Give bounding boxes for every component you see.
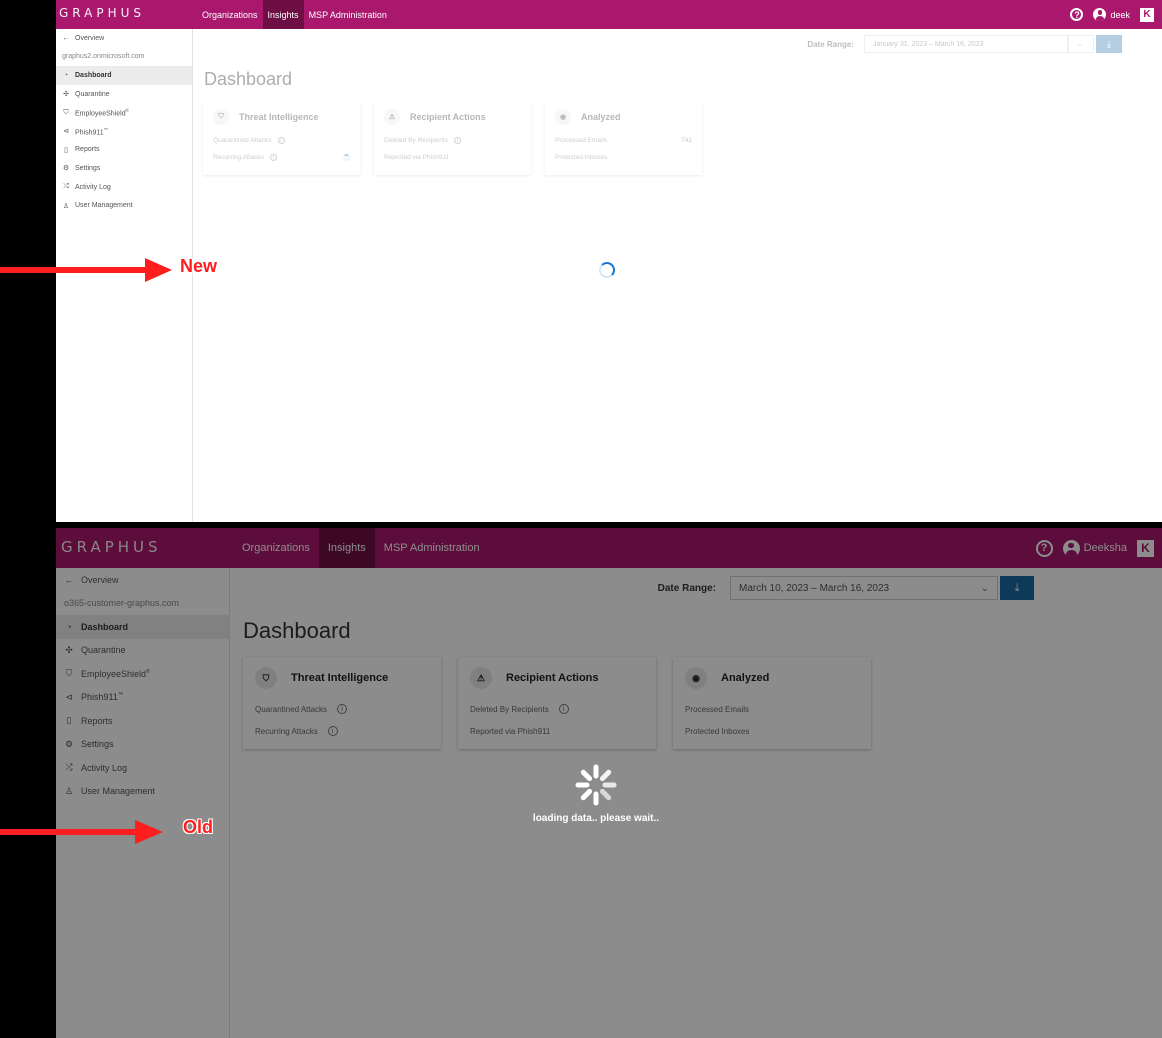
- annotation-old: Old: [0, 816, 230, 846]
- sidebar-item-label: Quarantine: [75, 90, 110, 98]
- sidebar-item-label: EmployeeShield®: [75, 108, 129, 118]
- loading-text: loading data.. please wait..: [532, 813, 660, 824]
- summary-cards: ⛉ Threat Intelligence Quarantined Attack…: [203, 101, 702, 175]
- page-title: Dashboard: [204, 69, 293, 89]
- sidebar-item-dashboard[interactable]: ◔ Dashboard: [56, 66, 192, 85]
- sidebar-item-phish911[interactable]: ⊲ Phish911™: [56, 122, 192, 141]
- red-arrow-icon: [0, 258, 172, 282]
- metric-label: Protected Inboxes: [555, 154, 608, 161]
- sidebar-item-label: Reports: [75, 146, 100, 154]
- metric-label: Reported via Phish911: [384, 154, 450, 161]
- metric-row: Reported via Phish911: [384, 149, 521, 166]
- metric-label: Processed Emails: [555, 137, 608, 144]
- loading-spinner-icon: [343, 154, 350, 161]
- metric-row: Processed Emails 742: [555, 132, 692, 149]
- shield-icon: ⛉: [213, 109, 229, 125]
- metric-row: Deleted By Recipients i: [384, 132, 521, 149]
- metric-row: Protected Inboxes: [555, 149, 692, 166]
- nav-msp-administration[interactable]: MSP Administration: [304, 0, 392, 29]
- card-threat-intelligence[interactable]: ⛉ Threat Intelligence Quarantined Attack…: [203, 101, 360, 175]
- info-icon[interactable]: i: [277, 137, 285, 144]
- user-name[interactable]: deek: [1110, 10, 1130, 20]
- analyzed-icon: ◉: [555, 109, 571, 125]
- card-recipient-actions[interactable]: ⚠ Recipient Actions Deleted By Recipient…: [374, 101, 531, 175]
- sidebar-item-label: User Management: [75, 202, 133, 210]
- metric-row: Quarantined Attacks i: [213, 132, 350, 149]
- old-screenshot: GRAPHUS Organizations Insights MSP Admin…: [56, 528, 1162, 1038]
- sidebar-item-employeeshield[interactable]: ⛉ EmployeeShield®: [56, 103, 192, 122]
- arrow-left-icon: ←: [62, 34, 70, 42]
- date-range-value: January 31, 2023 – March 16, 2023: [873, 40, 984, 48]
- warning-icon: ⚠: [384, 109, 400, 125]
- sidebar-item-label: Activity Log: [75, 183, 111, 191]
- metric-label: Quarantined Attacks: [213, 137, 272, 144]
- gear-icon: ⚙: [62, 165, 70, 173]
- nav-organizations[interactable]: Organizations: [197, 0, 263, 29]
- sidebar-item-reports[interactable]: ▯ Reports: [56, 141, 192, 160]
- annotation-new: New: [0, 255, 230, 285]
- sidebar-item-label: Settings: [75, 164, 101, 172]
- report-icon: ▯: [64, 146, 68, 154]
- main-content: Date Range: January 31, 2023 – March 16,…: [193, 29, 1162, 522]
- sidebar-item-label: Dashboard: [75, 71, 112, 79]
- user-avatar-icon[interactable]: [1093, 8, 1107, 21]
- tenant-name: graphus2.onmicrosoft.com: [56, 48, 192, 67]
- shuffle-icon: ⤮: [63, 183, 69, 191]
- chevron-down-icon: ⌄: [1077, 41, 1083, 48]
- sidebar-item-settings[interactable]: ⚙ Settings: [56, 159, 192, 178]
- sidebar-item-user-management[interactable]: ♙ User Management: [56, 196, 192, 215]
- date-range-row: Date Range: January 31, 2023 – March 16,…: [807, 35, 1122, 53]
- download-icon: ⤓: [1107, 38, 1111, 49]
- quarantine-icon: ✣: [63, 91, 69, 99]
- metric-label: Deleted By Recipients: [384, 137, 448, 144]
- sidebar-item-activity-log[interactable]: ⤮ Activity Log: [56, 178, 192, 197]
- card-header: ⚠ Recipient Actions: [384, 109, 521, 125]
- top-right-controls: ? deek K: [1070, 0, 1154, 29]
- date-range-label: Date Range:: [807, 39, 854, 49]
- loading-spinner-icon: [599, 262, 615, 278]
- nav-insights[interactable]: Insights: [262, 0, 304, 29]
- metric-label: Recurring Attacks: [213, 154, 264, 161]
- shield-icon: ⛉: [63, 108, 69, 116]
- loading-indicator: loading data.. please wait..: [526, 763, 666, 824]
- help-icon[interactable]: ?: [1070, 8, 1084, 21]
- date-range-dropdown[interactable]: ⌄: [1068, 35, 1094, 53]
- sidebar-back-label: Overview: [75, 34, 105, 42]
- sidebar-item-quarantine[interactable]: ✣ Quarantine: [56, 85, 192, 104]
- metric-value: 742: [681, 137, 692, 144]
- card-title: Analyzed: [581, 112, 621, 122]
- loading-spinner-icon: [575, 764, 617, 806]
- top-bar: GRAPHUS Organizations Insights MSP Admin…: [56, 0, 1162, 29]
- annotation-new-label: New: [180, 256, 218, 276]
- card-header: ◉ Analyzed: [555, 109, 692, 125]
- phish-icon: ⊲: [63, 128, 69, 136]
- red-arrow-icon: [0, 820, 163, 844]
- sidebar-back-overview[interactable]: ← Overview: [56, 29, 192, 48]
- dashboard-icon: ◔: [63, 71, 69, 79]
- annotation-old-label: Old: [183, 817, 213, 837]
- card-title: Threat Intelligence: [239, 112, 319, 122]
- download-button[interactable]: ⤓: [1096, 35, 1122, 53]
- card-header: ⛉ Threat Intelligence: [213, 109, 350, 125]
- info-icon[interactable]: i: [269, 154, 277, 161]
- sidebar-item-label: Phish911™: [75, 126, 108, 136]
- info-icon[interactable]: i: [453, 137, 461, 144]
- card-analyzed[interactable]: ◉ Analyzed Processed Emails 742 Protecte…: [545, 101, 702, 175]
- date-range-select[interactable]: January 31, 2023 – March 16, 2023: [864, 35, 1068, 53]
- metric-row: Recurring Attacks i: [213, 149, 350, 166]
- card-title: Recipient Actions: [410, 112, 486, 122]
- graphus-logo[interactable]: GRAPHUS: [59, 6, 179, 20]
- user-icon: ♙: [62, 202, 70, 210]
- main-nav: Organizations Insights MSP Administratio…: [197, 0, 392, 29]
- kaseya-logo[interactable]: K: [1140, 7, 1154, 22]
- tenant-label: graphus2.onmicrosoft.com: [62, 53, 145, 61]
